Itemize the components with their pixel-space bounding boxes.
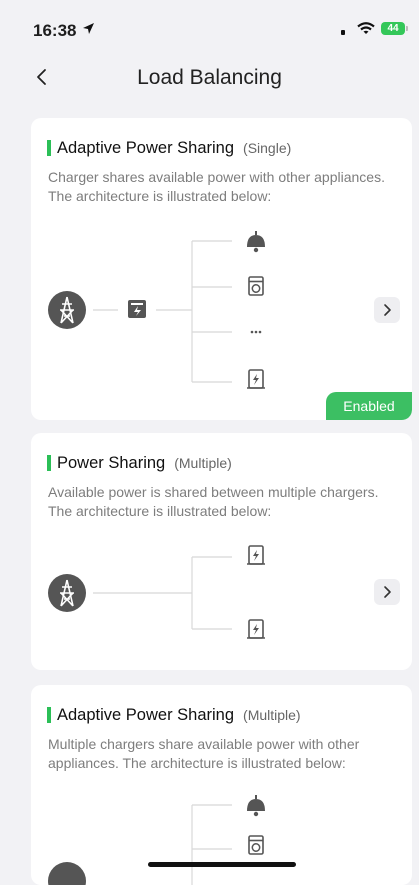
nav-bar: Load Balancing: [0, 52, 419, 102]
card-subtitle: (Multiple): [243, 707, 301, 723]
power-tower-icon: [48, 574, 86, 612]
chevron-right-icon: [384, 586, 391, 598]
card-power-sharing-multiple[interactable]: Power Sharing (Multiple) Available power…: [31, 433, 412, 670]
card-adaptive-multiple[interactable]: Adaptive Power Sharing (Multiple) Multip…: [31, 685, 412, 885]
page-title: Load Balancing: [137, 66, 282, 89]
ellipsis-icon: [250, 330, 262, 334]
card-description: Available power is shared between multip…: [48, 484, 379, 519]
washing-machine-icon: [248, 835, 264, 855]
washing-machine-icon: [248, 276, 264, 296]
wifi-icon: [357, 22, 375, 40]
meter-icon: [128, 300, 146, 318]
charger-icon: [247, 545, 265, 565]
chevron-right-icon: [384, 304, 391, 316]
charger-icon: [247, 619, 265, 639]
lamp-icon: [247, 795, 265, 817]
card-header: Adaptive Power Sharing (Single): [47, 138, 291, 158]
location-arrow-icon: [82, 22, 95, 38]
accent-bar: [47, 140, 51, 156]
status-time: 16:38: [33, 21, 77, 40]
card-description: Charger shares available power with othe…: [48, 169, 385, 204]
signal-icon: [341, 30, 345, 35]
battery-indicator: 44: [381, 22, 405, 35]
accent-bar: [47, 455, 51, 471]
card-chevron-button[interactable]: [374, 579, 400, 605]
card-title: Adaptive Power Sharing: [57, 705, 235, 724]
card-subtitle: (Single): [243, 140, 292, 156]
card-header: Adaptive Power Sharing (Multiple): [47, 705, 301, 725]
status-badge: Enabled: [326, 392, 412, 420]
card-title: Power Sharing: [57, 453, 166, 472]
card-title: Adaptive Power Sharing: [57, 138, 235, 157]
card-description: Multiple chargers share available power …: [48, 736, 360, 771]
power-tower-icon: [48, 862, 86, 885]
card-adaptive-single[interactable]: Adaptive Power Sharing (Single) Charger …: [31, 118, 412, 420]
status-bar: 16:38 44: [0, 0, 419, 44]
power-tower-icon: [48, 291, 86, 329]
lamp-icon: [247, 231, 265, 253]
accent-bar: [47, 707, 51, 723]
card-header: Power Sharing (Multiple): [47, 453, 232, 473]
home-indicator[interactable]: [148, 862, 296, 867]
back-button[interactable]: [30, 64, 58, 92]
card-subtitle: (Multiple): [174, 455, 232, 471]
card-chevron-button[interactable]: [374, 297, 400, 323]
charger-icon: [247, 369, 265, 389]
chevron-left-icon: [37, 69, 46, 85]
battery-tip: [406, 26, 408, 31]
architecture-diagram: [48, 231, 265, 389]
